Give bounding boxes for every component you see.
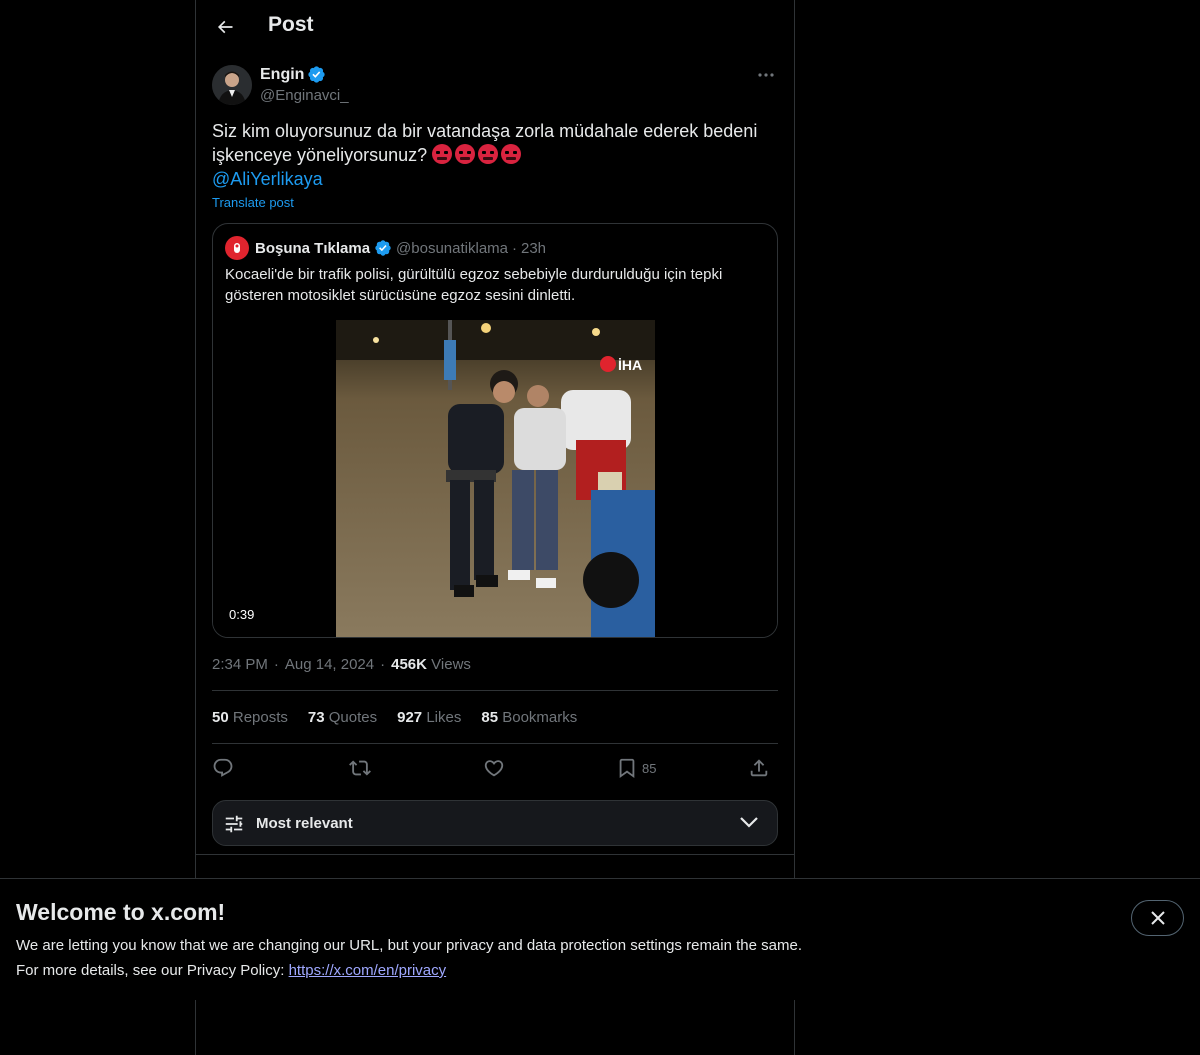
chevron-down-icon: [740, 817, 758, 828]
translate-post-link[interactable]: Translate post: [212, 195, 294, 210]
angry-face-icon: [478, 144, 499, 164]
sort-replies-dropdown[interactable]: Most relevant: [212, 800, 778, 846]
post-time[interactable]: 2:34 PM: [212, 656, 268, 673]
more-dots-icon: [758, 73, 774, 77]
reply-button[interactable]: [212, 756, 234, 780]
views-count: 456K: [391, 656, 427, 673]
post-stats: 50 Reposts 73 Quotes 927 Likes 85 Bookma…: [212, 709, 577, 726]
heart-icon: [484, 760, 504, 777]
likes-label: Likes: [426, 709, 462, 726]
banner-privacy-line: For more details, see our Privacy Policy…: [16, 962, 446, 979]
quoted-avatar[interactable]: [225, 236, 249, 260]
close-icon: [1150, 911, 1165, 925]
more-options-button[interactable]: [754, 65, 778, 85]
post-actions: 85: [212, 756, 778, 780]
url-change-banner: Welcome to x.com! We are letting you kno…: [0, 878, 1200, 1000]
angry-face-icon: [432, 144, 453, 164]
close-banner-button[interactable]: [1131, 900, 1184, 936]
likes-count: 927: [397, 709, 423, 726]
video-thumbnail[interactable]: İHA: [336, 320, 655, 637]
reposts-count: 50: [212, 709, 229, 726]
banner-privacy-text: For more details, see our Privacy Policy…: [16, 962, 289, 979]
quoted-post-time[interactable]: 23h: [521, 240, 546, 257]
video-watermark: İHA: [618, 357, 642, 373]
bookmark-icon: [619, 758, 635, 779]
quotes-count: 73: [307, 709, 325, 726]
motorcyclist: [508, 385, 566, 588]
author-name[interactable]: Engin: [260, 65, 326, 84]
separator-dot: ·: [512, 239, 517, 257]
quotes-label: Quotes: [328, 709, 378, 726]
angry-face-icon: [455, 144, 476, 164]
quoted-post[interactable]: Boşuna Tıklama @bosunatiklama · 23h Koca…: [212, 223, 778, 638]
post-date[interactable]: Aug 14, 2024: [285, 656, 374, 673]
author-name-text: Engin: [260, 65, 305, 83]
video-player[interactable]: İHA 0:39: [213, 320, 777, 637]
bookmarks-count: 85: [481, 709, 499, 726]
quotes-stat[interactable]: 73 Quotes: [308, 709, 377, 726]
reposts-stat[interactable]: 50 Reposts: [212, 709, 288, 726]
share-button[interactable]: [748, 756, 770, 780]
verified-badge-icon: [375, 240, 391, 256]
page-header: Post: [196, 0, 794, 53]
angry-face-icon: [501, 144, 522, 164]
views-label: Views: [431, 656, 471, 673]
post-text-line2: işkenceye yöneliyorsunuz?: [212, 145, 428, 165]
likes-stat[interactable]: 927 Likes: [397, 709, 461, 726]
share-icon: [750, 759, 768, 777]
arrow-left-icon: [217, 20, 233, 34]
bookmark-button[interactable]: 85: [616, 756, 656, 780]
repost-icon: [349, 760, 371, 776]
banner-title: Welcome to x.com!: [16, 899, 226, 925]
bookmarks-stat[interactable]: 85 Bookmarks: [481, 709, 577, 726]
post-meta: 2:34 PM · Aug 14, 2024 · 456K Views: [212, 656, 471, 673]
separator-dot: ·: [273, 656, 279, 673]
sort-label: Most relevant: [256, 815, 353, 832]
author-handle[interactable]: @Enginavci_: [260, 87, 349, 104]
reply-icon: [213, 758, 233, 777]
banner-message: We are letting you know that we are chan…: [16, 937, 802, 954]
quoted-post-text: Kocaeli'de bir trafik polisi, gürültülü …: [225, 266, 723, 304]
hand-stop-icon: [234, 243, 240, 253]
bookmark-count: 85: [642, 760, 657, 776]
quoted-author-name[interactable]: Boşuna Tıklama: [255, 240, 370, 257]
quoted-author-handle[interactable]: @bosunatiklama: [396, 240, 508, 257]
repost-button[interactable]: [349, 756, 371, 780]
emoji-group: [432, 144, 522, 164]
divider: [196, 854, 794, 855]
quoted-post-header: Boşuna Tıklama @bosunatiklama · 23h: [225, 236, 546, 260]
bookmarks-label: Bookmarks: [502, 709, 578, 726]
reposts-label: Reposts: [232, 709, 288, 726]
privacy-policy-link[interactable]: https://x.com/en/privacy: [289, 962, 447, 979]
mention-link[interactable]: @AliYerlikaya: [212, 167, 778, 191]
sliders-icon: [225, 815, 243, 833]
page-title: Post: [268, 13, 314, 36]
post-text: Siz kim oluyorsunuz da bir vatandaşa zor…: [212, 119, 778, 191]
separator-dot: ·: [380, 656, 386, 673]
like-button[interactable]: [483, 756, 505, 780]
divider: [212, 743, 778, 744]
post-text-line1: Siz kim oluyorsunuz da bir vatandaşa zor…: [212, 121, 758, 141]
back-button[interactable]: [208, 10, 242, 44]
verified-badge-icon: [308, 66, 326, 83]
video-duration: 0:39: [225, 606, 259, 623]
divider: [212, 690, 778, 691]
avatar[interactable]: [212, 65, 252, 105]
post-author: Engin @Enginavci_: [212, 63, 778, 107]
